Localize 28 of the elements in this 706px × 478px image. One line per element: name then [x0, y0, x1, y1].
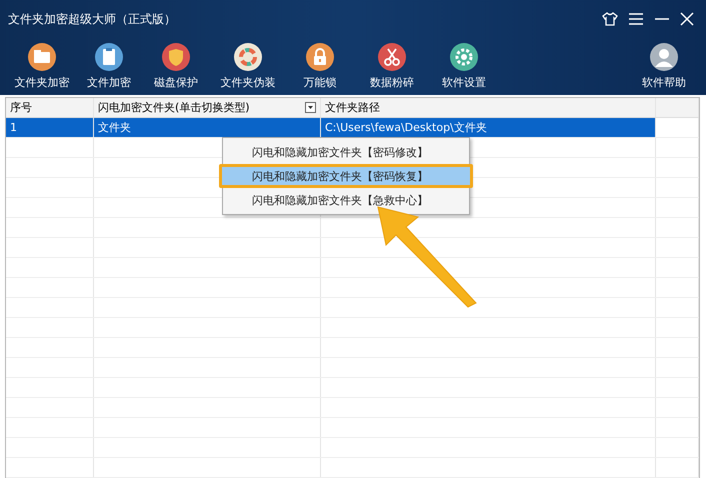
column-header[interactable]: 文件夹路径 [321, 98, 656, 117]
shield-icon [161, 42, 191, 72]
document-icon [94, 42, 124, 72]
toolbar-button[interactable]: 磁盘保护 [140, 38, 212, 94]
settings-icon [449, 42, 479, 72]
column-header[interactable]: 闪电加密文件夹(单击切换类型) [94, 98, 321, 117]
user-icon [649, 42, 679, 72]
toolbar-button[interactable]: 文件夹加密 [6, 38, 78, 94]
menu-item[interactable]: 闪电和隐藏加密文件夹【密码恢复】 [219, 164, 473, 188]
menu-icon[interactable] [628, 12, 644, 26]
folder-icon [27, 42, 57, 72]
toolbar-button[interactable]: 文件夹伪装 [212, 38, 284, 94]
scissors-icon [377, 42, 407, 72]
shirt-icon[interactable] [602, 11, 618, 27]
dropdown-icon[interactable] [305, 102, 316, 113]
toolbar-button[interactable]: 万能锁 [284, 38, 356, 94]
toolbar-button[interactable]: 数据粉碎 [356, 38, 428, 94]
table-cell: 1 [6, 118, 94, 137]
padlock-icon [305, 42, 335, 72]
menu-item[interactable]: 闪电和隐藏加密文件夹【急救中心】 [223, 188, 469, 212]
toolbar-button[interactable]: 文件加密 [78, 38, 140, 94]
close-icon[interactable] [680, 12, 694, 26]
color-wheel-icon [233, 42, 263, 72]
toolbar-button[interactable]: 软件设置 [428, 38, 500, 94]
menu-item[interactable]: 闪电和隐藏加密文件夹【密码修改】 [223, 140, 469, 164]
window-title: 文件夹加密超级大师（正式版） [8, 10, 176, 28]
column-header[interactable]: 序号 [6, 98, 94, 117]
toolbar-button[interactable]: 软件帮助 [628, 38, 700, 94]
